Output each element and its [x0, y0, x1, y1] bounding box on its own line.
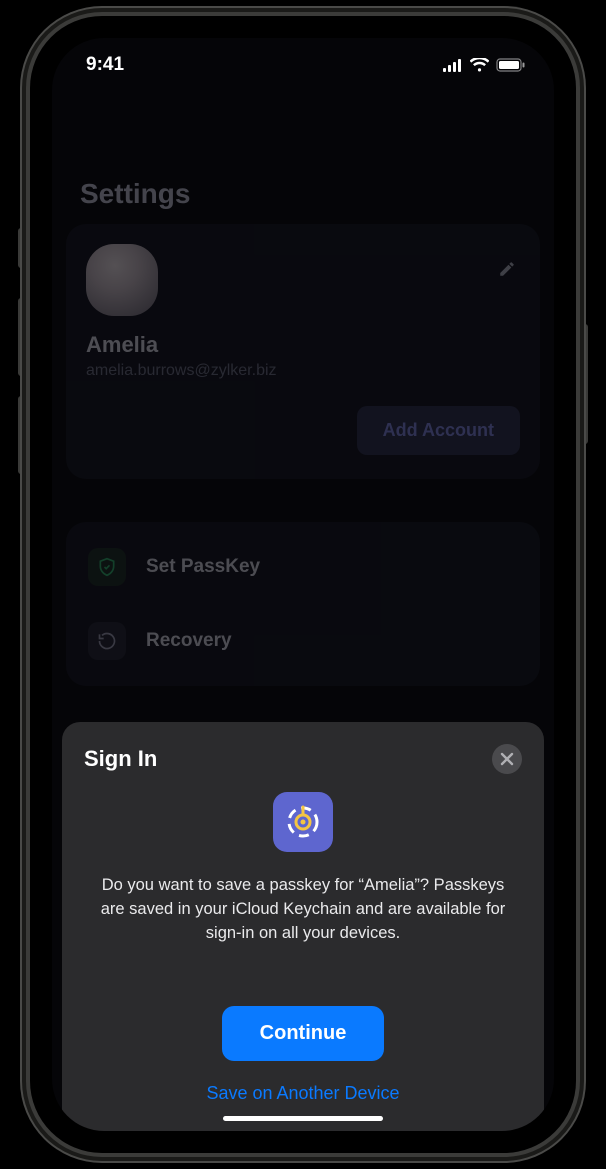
- add-account-button[interactable]: Add Account: [357, 406, 520, 455]
- signin-sheet: Sign In Do you want to save a passkey fo…: [62, 722, 544, 1131]
- edit-icon[interactable]: [498, 260, 516, 283]
- list-item-label: Set PassKey: [146, 556, 260, 578]
- sheet-body-text: Do you want to save a passkey for “Ameli…: [84, 874, 522, 946]
- home-indicator[interactable]: [223, 1116, 383, 1121]
- page-title: Settings: [80, 178, 190, 210]
- settings-list: Set PassKey Recovery: [66, 522, 540, 686]
- save-another-device-link[interactable]: Save on Another Device: [84, 1083, 522, 1104]
- screen: Settings Amelia amelia.burrows@zylker.bi…: [52, 38, 554, 1131]
- ringer-switch: [18, 228, 24, 268]
- volume-down-button: [18, 396, 24, 474]
- profile-email: amelia.burrows@zylker.biz: [86, 362, 520, 380]
- list-item-label: Recovery: [146, 630, 232, 652]
- cellular-icon: [443, 59, 463, 72]
- wifi-icon: [470, 58, 489, 72]
- status-icons: [443, 58, 526, 72]
- list-item-passkey[interactable]: Set PassKey: [66, 530, 540, 604]
- profile-name: Amelia: [86, 332, 520, 358]
- recovery-loop-icon: [88, 622, 126, 660]
- phone-frame: Settings Amelia amelia.burrows@zylker.bi…: [30, 16, 576, 1153]
- continue-button[interactable]: Continue: [222, 1006, 385, 1061]
- sheet-title: Sign In: [84, 746, 157, 772]
- list-item-recovery[interactable]: Recovery: [66, 604, 540, 678]
- profile-card: Amelia amelia.burrows@zylker.biz Add Acc…: [66, 224, 540, 479]
- volume-up-button: [18, 298, 24, 376]
- sheet-header: Sign In: [84, 744, 522, 774]
- status-time: 9:41: [86, 54, 124, 76]
- avatar[interactable]: [86, 244, 158, 316]
- status-bar: 9:41: [52, 38, 554, 92]
- passkey-app-icon: [273, 792, 333, 852]
- power-button: [582, 324, 588, 444]
- close-icon[interactable]: [492, 744, 522, 774]
- battery-icon: [496, 58, 526, 72]
- shield-check-icon: [88, 548, 126, 586]
